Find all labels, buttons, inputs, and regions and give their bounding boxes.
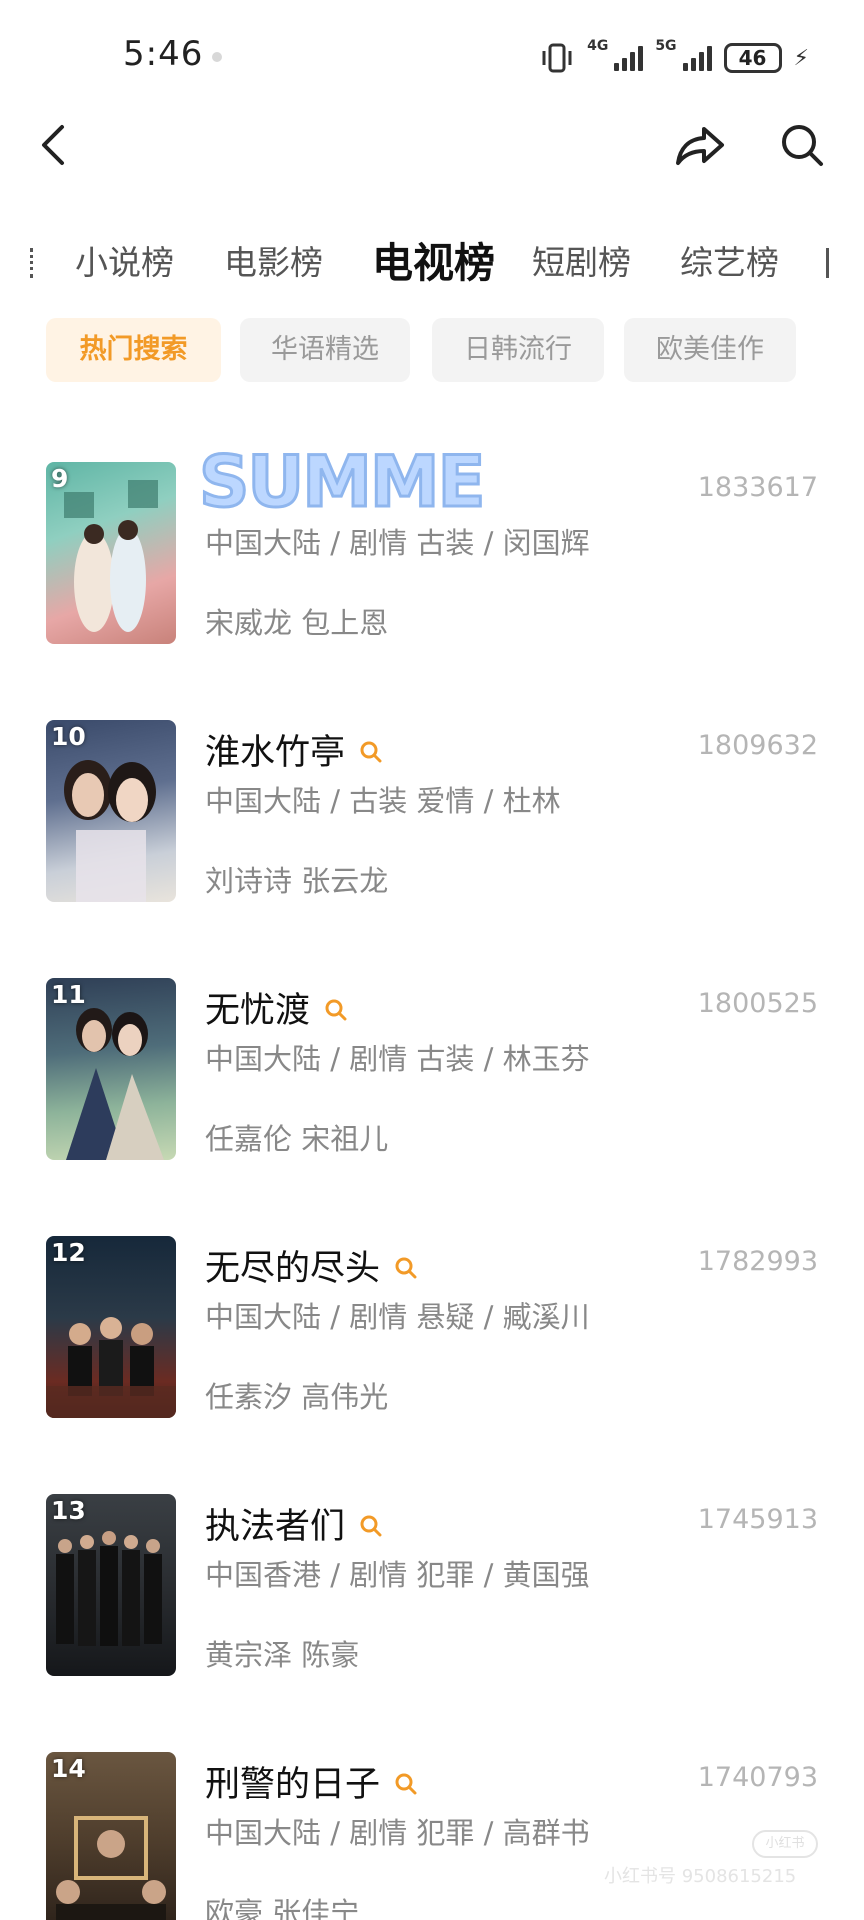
filter-jp-kr-popular[interactable]: 日韩流行	[432, 318, 604, 382]
poster-image: 13	[46, 1494, 176, 1676]
search-icon[interactable]	[357, 738, 385, 766]
rank-number: 14	[51, 1754, 86, 1783]
item-title: 淮水竹亭	[205, 733, 346, 773]
poster-image: 14	[46, 1752, 176, 1920]
hot-score: 1809632	[697, 730, 818, 761]
item-title: 无忧渡	[205, 991, 311, 1031]
list-item[interactable]: 14 刑警的日子 1740793 中国大陆 / 剧情 犯罪 / 高群书 欧豪 张…	[0, 1710, 864, 1920]
item-meta: 中国大陆 / 剧情 犯罪 / 高群书	[205, 1816, 590, 1850]
notification-dot-icon	[212, 52, 222, 62]
title-row: 执法者们	[205, 1498, 385, 1549]
list-item[interactable]: 13 执法者们 1745913 中国香港 / 剧情 犯罪 / 黄国强 黄宗泽 陈…	[0, 1452, 864, 1710]
list-item[interactable]: 10 淮水竹亭 1809632 中国大陆 / 古装 爱情 / 杜林 刘诗诗 张云…	[0, 678, 864, 936]
watermark-text: 小红书号 9508615215	[604, 1866, 797, 1887]
battery-icon: 46	[723, 43, 782, 73]
poster-image: 11	[46, 978, 176, 1160]
hot-score: 1800525	[697, 988, 818, 1019]
watermark-badge: 小红书	[752, 1830, 818, 1858]
filter-western-picks[interactable]: 欧美佳作	[624, 318, 796, 382]
title-row: 无忧渡	[205, 982, 350, 1033]
item-cast: 黄宗泽 陈豪	[205, 1638, 360, 1672]
summer-sticker-text: SUMMER	[199, 441, 485, 523]
search-button[interactable]	[772, 115, 832, 175]
title-row: 淮水竹亭	[205, 724, 385, 775]
back-button[interactable]	[28, 115, 78, 175]
tab-tv[interactable]: 电视榜	[372, 229, 495, 289]
filter-hot-search[interactable]: 热门搜索	[46, 318, 221, 382]
search-icon[interactable]	[392, 1254, 420, 1282]
signal-5g-icon	[682, 45, 712, 71]
tab-scroll-edge-right	[826, 248, 832, 278]
item-cast: 欧豪 张佳宁	[205, 1896, 360, 1920]
item-meta: 中国大陆 / 剧情 古装 / 林玉芬	[205, 1042, 590, 1076]
item-cast: 宋威龙 包上恩	[205, 606, 389, 640]
item-title: 无尽的尽头	[205, 1249, 381, 1289]
tab-variety[interactable]: 综艺榜	[680, 236, 779, 284]
poster-image: 10	[46, 720, 176, 902]
status-time: 5:46	[123, 34, 204, 74]
tab-short-drama[interactable]: 短剧榜	[532, 236, 631, 284]
item-cast: 刘诗诗 张云龙	[205, 864, 389, 898]
tab-novel[interactable]: 小说榜	[75, 236, 174, 284]
vibrate-icon	[542, 43, 572, 73]
item-cast: 任素汐 高伟光	[205, 1380, 389, 1414]
item-cast: 任嘉伦 宋祖儿	[205, 1122, 389, 1156]
title-row: 无尽的尽头	[205, 1240, 420, 1291]
item-title: 执法者们	[205, 1507, 346, 1547]
list-item[interactable]: 11 无忧渡 1800525 中国大陆 / 剧情 古装 / 林玉芬 任嘉伦 宋祖…	[0, 936, 864, 1194]
item-meta: 中国大陆 / 剧情 悬疑 / 臧溪川	[205, 1300, 590, 1334]
title-row: 刑警的日子	[205, 1756, 420, 1807]
filter-chinese-picks[interactable]: 华语精选	[240, 318, 410, 382]
back-arrow-icon	[42, 125, 64, 165]
rank-number: 9	[51, 464, 69, 493]
hot-score: 1833617	[697, 472, 818, 503]
status-icons: 4G 5G 46 ⚡	[539, 38, 809, 78]
poster-image: 9	[46, 462, 176, 644]
summer-sticker-logo: SUMMER	[198, 440, 486, 525]
hot-score: 1740793	[697, 1762, 818, 1793]
poster-image: 12	[46, 1236, 176, 1418]
search-icon	[782, 125, 823, 166]
item-title: 刑警的日子	[205, 1765, 381, 1805]
item-meta: 中国大陆 / 古装 爱情 / 杜林	[205, 784, 561, 818]
item-meta: 中国香港 / 剧情 犯罪 / 黄国强	[205, 1558, 590, 1592]
tab-movie[interactable]: 电影榜	[224, 236, 323, 284]
rank-number: 12	[51, 1238, 86, 1267]
share-icon	[676, 127, 724, 165]
page: { "status_bar": { "time": "5:46", "net1"…	[0, 0, 864, 1920]
charging-icon: ⚡	[793, 45, 809, 71]
search-icon[interactable]	[357, 1512, 385, 1540]
signal-4g-icon	[614, 45, 644, 71]
hot-score: 1745913	[697, 1504, 818, 1535]
rank-number: 13	[51, 1496, 86, 1525]
header	[0, 110, 864, 220]
status-bar: 5:46 4G 5G 46 ⚡	[0, 0, 864, 110]
share-button[interactable]	[670, 115, 730, 175]
filter-pills: 热门搜索 华语精选 日韩流行 欧美佳作	[0, 318, 864, 382]
network-type-5g: 5G	[655, 38, 677, 54]
rank-number: 10	[51, 722, 86, 751]
search-icon[interactable]	[322, 996, 350, 1024]
search-icon[interactable]	[392, 1770, 420, 1798]
list-item[interactable]: 12 无尽的尽头 1782993 中国大陆 / 剧情 悬疑 / 臧溪川 任素汐 …	[0, 1194, 864, 1452]
hot-score: 1782993	[697, 1246, 818, 1277]
tab-scroll-edge-left	[30, 248, 35, 278]
rank-number: 11	[51, 980, 86, 1009]
category-tabs: 小说榜 电影榜 电视榜 短剧榜 综艺榜	[0, 228, 864, 298]
network-type-4g: 4G	[587, 38, 609, 54]
